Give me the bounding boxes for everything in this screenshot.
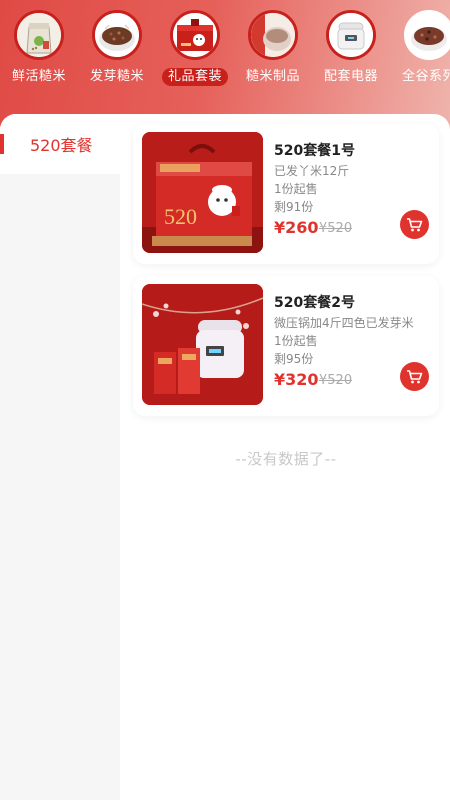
germinated-rice-icon bbox=[92, 10, 142, 60]
category-item-fresh-rice[interactable]: 鲜活糙米 bbox=[0, 10, 78, 100]
category-label: 鲜活糙米 bbox=[11, 69, 66, 84]
sidebar-item-520-set[interactable]: 520套餐 bbox=[0, 114, 120, 174]
product-name: 520套餐1号 bbox=[274, 143, 355, 159]
category-item-appliances[interactable]: 配套电器 bbox=[312, 10, 390, 100]
rice-cooker-gift-image bbox=[142, 284, 263, 405]
sidebar: 520套餐 bbox=[0, 114, 120, 800]
whole-grain-icon bbox=[404, 10, 450, 60]
add-to-cart-button[interactable] bbox=[400, 362, 429, 391]
add-to-cart-button[interactable] bbox=[400, 210, 429, 239]
rice-drink-icon bbox=[248, 10, 298, 60]
cart-icon bbox=[407, 369, 423, 383]
product-name: 520套餐2号 bbox=[274, 295, 355, 311]
no-more-data-text: --没有数据了-- bbox=[235, 450, 337, 468]
app-root: 鲜活糙米 发芽糙米 礼品套装 糙米制品 配套电器 全谷系列 520套餐 520 … bbox=[0, 0, 450, 800]
category-label: 礼品套装 bbox=[161, 68, 228, 86]
cart-icon bbox=[407, 217, 423, 231]
product-card[interactable]: 520套餐2号 微压锅加4斤四色已发芽米 1份起售 剩95份 ¥320 ¥520 bbox=[133, 276, 439, 416]
gift-box-icon bbox=[170, 10, 220, 60]
product-original-price: ¥520 bbox=[319, 373, 353, 388]
category-item-rice-products[interactable]: 糙米制品 bbox=[234, 10, 312, 100]
category-item-whole-grain[interactable]: 全谷系列 bbox=[390, 10, 450, 100]
category-item-germinated-rice[interactable]: 发芽糙米 bbox=[78, 10, 156, 100]
product-min-order: 1份起售 bbox=[274, 334, 318, 348]
category-item-gift-set[interactable]: 礼品套装 bbox=[156, 10, 234, 100]
rice-bag-icon bbox=[14, 10, 64, 60]
active-indicator bbox=[0, 134, 4, 154]
category-label: 配套电器 bbox=[323, 69, 378, 84]
category-label: 糙米制品 bbox=[245, 69, 300, 84]
svg-text:520: 520 bbox=[164, 204, 197, 229]
product-price: ¥320 bbox=[274, 370, 319, 389]
product-card[interactable]: 520 520套餐1号 已发丫米12斤 1份起售 剩91份 ¥260 ¥520 bbox=[133, 124, 439, 264]
product-description: 已发丫米12斤 bbox=[274, 164, 350, 178]
product-min-order: 1份起售 bbox=[274, 182, 318, 196]
product-description: 微压锅加4斤四色已发芽米 bbox=[274, 316, 414, 330]
product-price: ¥260 bbox=[274, 218, 319, 237]
category-label: 发芽糙米 bbox=[89, 69, 144, 84]
sidebar-item-label: 520套餐 bbox=[30, 136, 93, 155]
product-stock: 剩91份 bbox=[274, 200, 314, 214]
rice-cooker-icon bbox=[326, 10, 376, 60]
product-original-price: ¥520 bbox=[319, 221, 353, 236]
gift-box-520-image: 520 bbox=[142, 132, 263, 253]
category-label: 全谷系列 bbox=[401, 69, 450, 84]
category-row: 鲜活糙米 发芽糙米 礼品套装 糙米制品 配套电器 全谷系列 bbox=[0, 10, 450, 100]
product-stock: 剩95份 bbox=[274, 352, 314, 366]
